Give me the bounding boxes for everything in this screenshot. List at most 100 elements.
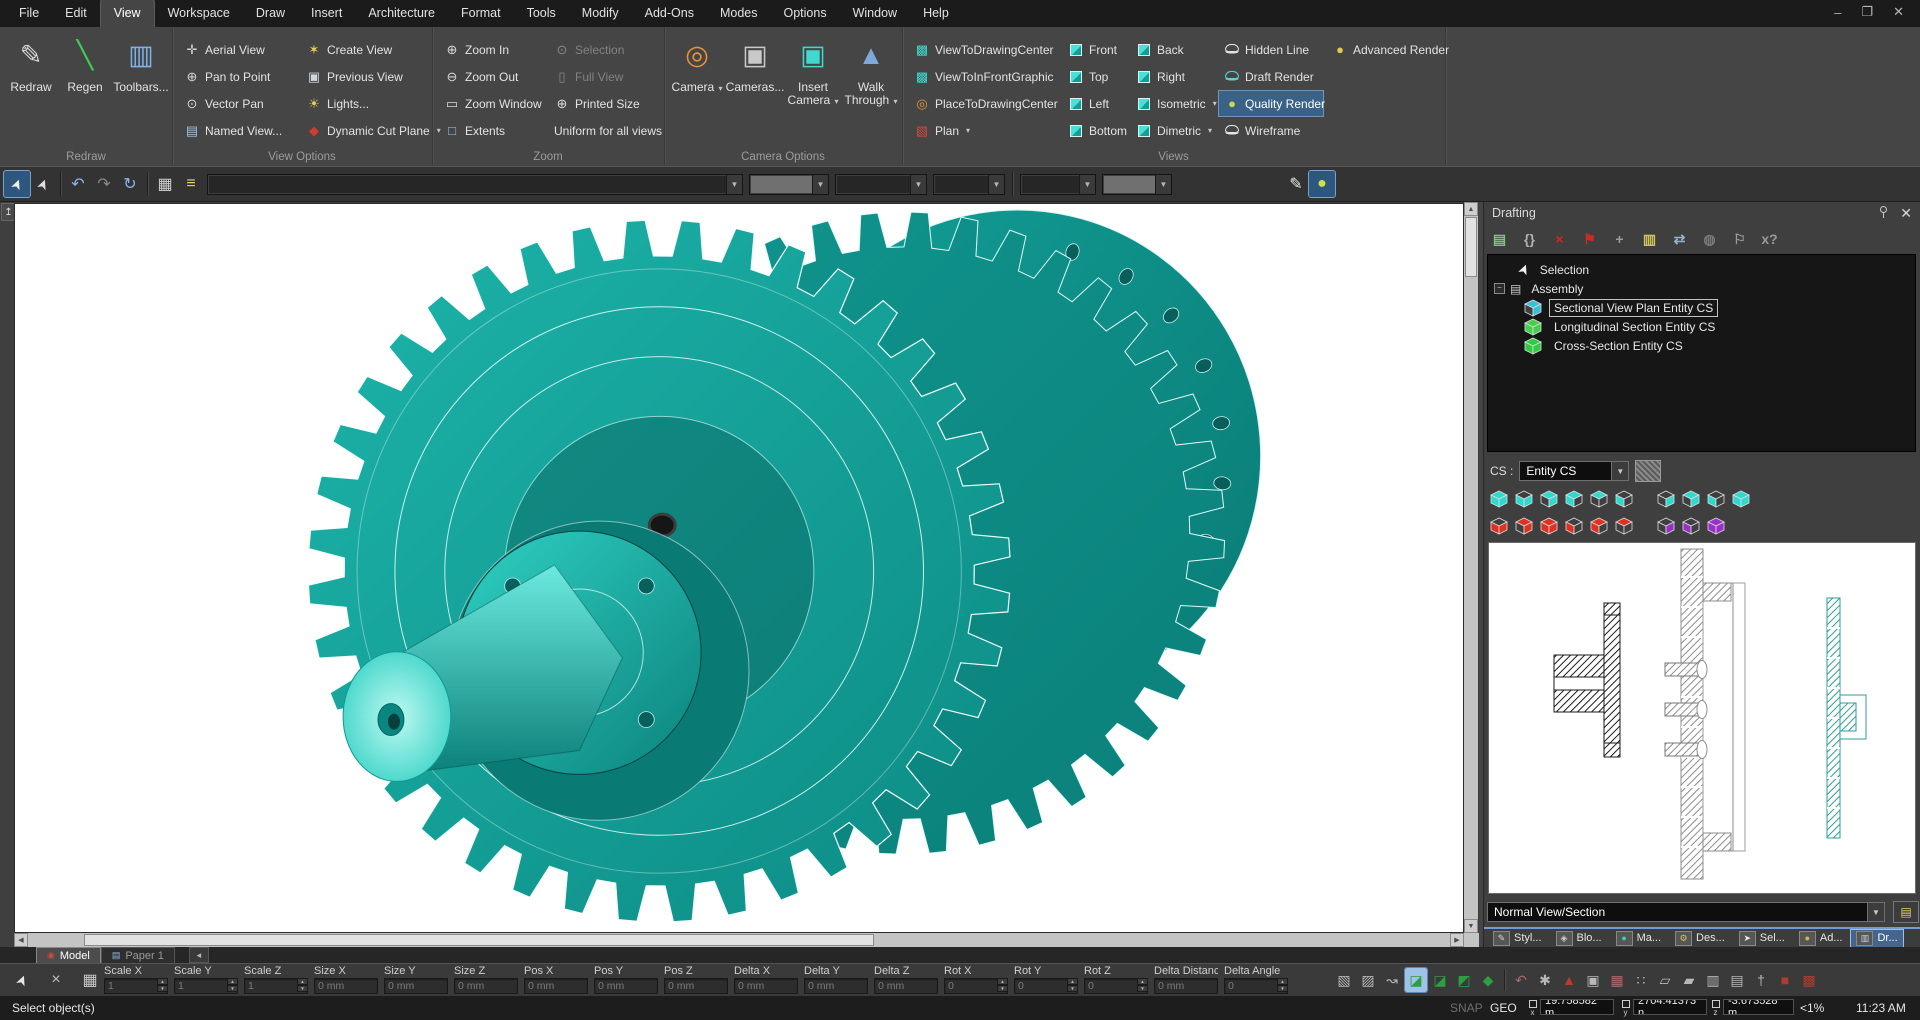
scroll-up-button[interactable]: ▲ <box>1464 202 1478 216</box>
clear-selection-icon[interactable]: × <box>44 968 68 992</box>
tree-item-selection[interactable]: ➤Selection <box>1488 260 1915 279</box>
section-cube-green-icon[interactable] <box>1522 317 1544 337</box>
section-cube-purple-icon[interactable] <box>1705 516 1727 536</box>
menu-item-help[interactable]: Help <box>910 0 962 27</box>
ribbon-button-toolbars-[interactable]: ▥Toolbars... <box>114 33 168 94</box>
chevron-down-icon[interactable]: ▼ <box>1155 175 1171 194</box>
pin-entity-icon[interactable]: † <box>1750 968 1772 992</box>
field-input[interactable]: 0 mm <box>384 978 448 994</box>
view-cube-icon[interactable] <box>1655 489 1677 514</box>
node-edit-icon[interactable]: ▱ <box>1654 968 1676 992</box>
field-input[interactable]: 0 mm <box>594 978 658 994</box>
field-input[interactable]: 0 mm <box>524 978 588 994</box>
section-cube-red-icon[interactable] <box>1613 516 1635 541</box>
frame-edit-icon[interactable]: ▦ <box>1606 968 1628 992</box>
panel-tab-sel[interactable]: ➤Sel... <box>1733 929 1791 948</box>
ribbon-item-draft-render[interactable]: Draft Render <box>1218 63 1324 90</box>
spinner-control[interactable]: ▲▼ <box>1137 978 1148 992</box>
menu-item-options[interactable]: Options <box>771 0 840 27</box>
print-style-combo[interactable]: ▼ <box>1102 174 1172 195</box>
spinner-control[interactable]: ▲▼ <box>297 978 308 992</box>
snap-toggle[interactable]: SNAP <box>1450 1001 1483 1015</box>
section-cube-red-icon[interactable] <box>1538 516 1560 536</box>
ribbon-button-insert-camera[interactable]: ▣Insert Camera ▾ <box>786 33 840 108</box>
spinner-up-icon[interactable]: ▲ <box>227 978 238 985</box>
spinner-control[interactable]: ▲▼ <box>157 978 168 992</box>
ribbon-item-wireframe[interactable]: Wireframe <box>1218 117 1324 144</box>
field-input[interactable]: 0▲▼ <box>1224 978 1288 994</box>
view-cube-icon[interactable] <box>1563 489 1585 514</box>
vertical-scroll-thumb[interactable] <box>1465 217 1477 277</box>
hatch-pattern-button[interactable] <box>1635 460 1661 482</box>
field-input[interactable]: 0 mm <box>314 978 378 994</box>
section-cube-red-icon[interactable] <box>1563 516 1585 541</box>
panel-tab-dr[interactable]: ▥Dr... <box>1850 929 1903 948</box>
spinner-control[interactable]: ▲▼ <box>227 978 238 992</box>
ribbon-item-hidden-line[interactable]: Hidden Line <box>1218 36 1324 63</box>
layer-combo[interactable]: ▼ <box>749 174 829 195</box>
ribbon-item-viewtodrawingcenter[interactable]: ▩ViewToDrawingCenter <box>908 36 1060 63</box>
minimize-button[interactable]: – <box>1834 5 1841 20</box>
view-mode-select[interactable]: Normal View/Section ▼ <box>1487 902 1885 922</box>
spinner-down-icon[interactable]: ▼ <box>1067 985 1078 992</box>
xy-icon[interactable]: x? <box>1758 228 1781 250</box>
view-cube-icon[interactable] <box>1680 489 1702 509</box>
swap-views-icon[interactable]: ⇄ <box>1668 228 1691 250</box>
section-cube-purple-icon[interactable] <box>1655 516 1677 536</box>
ribbon-item-aerial-view[interactable]: ✛Aerial View <box>178 36 298 63</box>
print-3d-icon[interactable]: ▣ <box>1582 968 1604 992</box>
section-cube-red-icon[interactable] <box>1513 516 1535 541</box>
spinner-down-icon[interactable]: ▼ <box>227 985 238 992</box>
sheet-tab-scroll-button[interactable]: ◂ <box>189 947 209 963</box>
spinner-down-icon[interactable]: ▼ <box>1137 985 1148 992</box>
spinner-up-icon[interactable]: ▲ <box>1137 978 1148 985</box>
view-cube-icon[interactable] <box>1563 489 1585 509</box>
ribbon-item-vector-pan[interactable]: ⊙Vector Pan <box>178 90 298 117</box>
spinner-down-icon[interactable]: ▼ <box>997 985 1008 992</box>
hide-cube-icon[interactable]: ▨ <box>1357 968 1379 992</box>
section-preview[interactable] <box>1488 542 1916 894</box>
view-cube-icon[interactable] <box>1613 489 1635 514</box>
section-cube-solid-green-icon[interactable] <box>1522 336 1544 356</box>
view-cube-icon[interactable] <box>1613 489 1635 509</box>
ribbon-button-walk-through[interactable]: ▲Walk Through ▾ <box>844 33 898 108</box>
coordinate-y[interactable]: 2704.41373 n <box>1633 999 1707 1015</box>
ribbon-item-lights-[interactable]: ☀Lights... <box>300 90 430 117</box>
tree-item-assembly[interactable]: −▤Assembly <box>1488 279 1915 298</box>
menu-item-draw[interactable]: Draw <box>243 0 298 27</box>
ribbon-item-dynamic-cut-plane[interactable]: ◆Dynamic Cut Plane▾ <box>300 117 430 144</box>
tree-expander-icon[interactable]: − <box>1494 283 1505 294</box>
field-input[interactable]: 1▲▼ <box>244 978 308 994</box>
ribbon-item-printed-size[interactable]: ⊕Printed Size <box>548 90 666 117</box>
ribbon-item-isometric[interactable]: Isometric▾ <box>1130 90 1216 117</box>
section-cube-red-icon[interactable] <box>1538 516 1560 541</box>
menu-item-workspace[interactable]: Workspace <box>155 0 243 27</box>
scroll-down-button[interactable]: ▼ <box>1464 919 1478 933</box>
section-cube-purple-icon[interactable] <box>1655 516 1677 541</box>
view-cube-icon[interactable] <box>1588 489 1610 514</box>
menu-item-add-ons[interactable]: Add-Ons <box>632 0 707 27</box>
menu-item-architecture[interactable]: Architecture <box>355 0 448 27</box>
ribbon-item-extents[interactable]: □Extents <box>438 117 546 144</box>
field-input[interactable]: 0▲▼ <box>944 978 1008 994</box>
view-cube-icon[interactable] <box>1538 489 1560 509</box>
ribbon-item-advanced-render[interactable]: ●Advanced Render <box>1326 36 1446 63</box>
field-input[interactable]: 1▲▼ <box>174 978 238 994</box>
ribbon-item-viewtoinfrontgraphic[interactable]: ▩ViewToInFrontGraphic <box>908 63 1060 90</box>
ribbon-button-camera[interactable]: ◎Camera ▾ <box>670 33 724 108</box>
view-cube-icon[interactable] <box>1730 489 1752 514</box>
view-cube-icon[interactable] <box>1705 489 1727 509</box>
menu-item-view[interactable]: View <box>100 0 155 27</box>
section-cube-red-icon[interactable] <box>1588 516 1610 541</box>
spinner-down-icon[interactable]: ▼ <box>1277 985 1288 992</box>
panel-tab-ma[interactable]: ●Ma... <box>1610 929 1667 948</box>
field-input[interactable]: 0 mm <box>874 978 938 994</box>
view-cube-icon[interactable] <box>1488 489 1510 514</box>
ribbon-item-named-view-[interactable]: ▤Named View... <box>178 117 298 144</box>
ribbon-button-redraw[interactable]: ✎Redraw <box>6 33 56 94</box>
undo-icon[interactable]: ↶ <box>65 171 91 197</box>
ribbon-item-placetodrawingcenter[interactable]: ◎PlaceToDrawingCenter <box>908 90 1060 117</box>
copy-entity-icon[interactable]: ▥ <box>1702 968 1724 992</box>
tree-item-longitudinal-section-entity-cs[interactable]: Longitudinal Section Entity CS <box>1488 317 1915 336</box>
ribbon-button-cameras-[interactable]: ▣Cameras... <box>728 33 782 108</box>
